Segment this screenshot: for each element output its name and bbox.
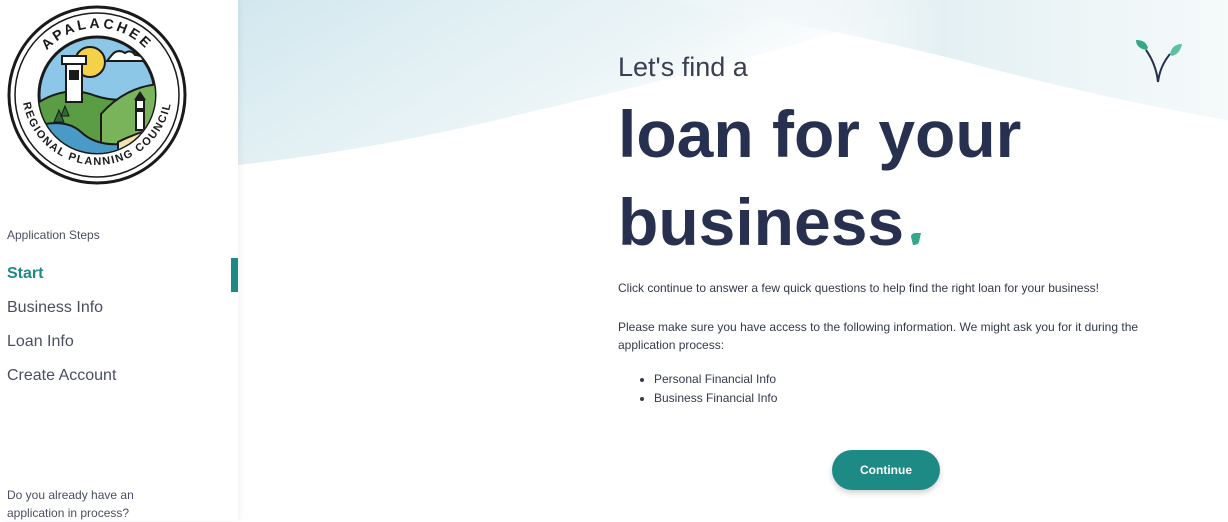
step-label: Business Info [7,299,104,316]
step-label: Create Account [7,367,117,384]
apalachee-logo: APALACHEE REGIONAL PLANNING COUNCIL [7,5,187,185]
existing-application-prompt[interactable]: Do you already have an application in pr… [7,486,177,522]
list-item: Personal Financial Info [654,370,777,389]
active-step-indicator [231,258,238,292]
step-loan-info[interactable]: Loan Info [7,330,238,364]
main-content: Let's find a loan for your business Clic… [238,0,1228,521]
step-business-info[interactable]: Business Info [7,296,238,330]
headline-line-1: loan for your [618,97,1022,171]
step-label: Loan Info [7,333,74,350]
list-item: Business Financial Info [654,389,777,408]
steps-heading: Application Steps [7,228,100,242]
step-start[interactable]: Start [7,258,238,296]
kicker-text: Let's find a [618,52,748,82]
continue-button[interactable]: Continue [832,450,940,490]
sprout-icon [1136,40,1182,83]
required-info-list: Personal Financial Info Business Financi… [618,370,777,408]
application-steps: Start Business Info Loan Info Create Acc… [7,258,238,398]
sidebar: APALACHEE REGIONAL PLANNING COUNCIL Appl… [0,0,238,521]
headline-line-2: business [618,178,1178,266]
dot-icon [911,233,922,245]
headline: loan for your business [618,90,1178,266]
requirements-text: Please make sure you have access to the … [618,320,1139,352]
step-create-account[interactable]: Create Account [7,364,238,398]
headline-text: business [618,185,905,259]
intro-text: Click continue to answer a few quick que… [618,281,1099,295]
step-label: Start [7,265,44,282]
